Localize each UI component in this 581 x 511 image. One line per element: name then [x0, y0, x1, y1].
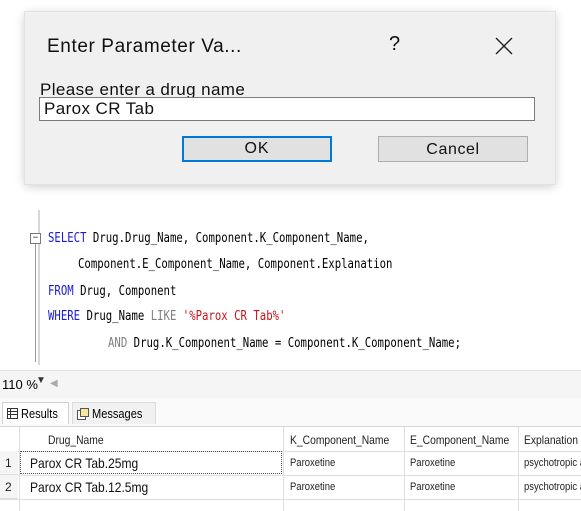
grid-line	[283, 427, 284, 511]
zoom-bar: 110 % ▼ ◀	[0, 370, 581, 399]
table-cell[interactable]: psychotropic a	[524, 475, 581, 499]
results-grid[interactable]: Drug_Name K_Component_Name E_Component_N…	[0, 426, 581, 511]
code-line-3: FROM Drug, Component	[48, 284, 177, 299]
table-cell[interactable]: Paroxetine	[410, 475, 516, 499]
code-line-4: WHERE Drug_Name LIKE '%Parox CR Tab%'	[48, 309, 286, 324]
column-header[interactable]: E_Component_Name	[410, 429, 509, 451]
drug-name-input[interactable]	[39, 97, 535, 121]
grid-line	[404, 427, 405, 511]
chevron-down-icon[interactable]: ▼	[36, 375, 46, 386]
tab-messages[interactable]: Messages	[72, 402, 157, 424]
cancel-button[interactable]: Cancel	[378, 136, 528, 162]
tab-results-label: Results	[21, 406, 58, 421]
grid-icon	[7, 408, 18, 419]
code-line-5: AND Drug.K_Component_Name = Component.K_…	[108, 336, 461, 351]
collapse-toggle-icon[interactable]: −	[30, 233, 41, 244]
table-cell[interactable]: Parox CR Tab.12.5mg	[30, 475, 280, 499]
tab-messages-label: Messages	[92, 406, 143, 421]
results-tabs: Results Messages	[0, 398, 581, 426]
outline-guide	[35, 244, 37, 362]
ok-button[interactable]: OK	[182, 136, 332, 162]
zoom-level[interactable]: 110 %	[2, 377, 38, 392]
code-line-1: SELECT Drug.Drug_Name, Component.K_Compo…	[48, 231, 369, 246]
table-cell[interactable]: Paroxetine	[290, 451, 402, 475]
code-line-2: Component.E_Component_Name, Component.Ex…	[78, 257, 393, 272]
selected-cell-outline	[20, 451, 282, 474]
tab-results[interactable]: Results	[2, 402, 70, 424]
sql-editor[interactable]: − SELECT Drug.Drug_Name, Component.K_Com…	[0, 210, 581, 365]
column-header[interactable]: K_Component_Name	[290, 429, 389, 451]
grid-line	[0, 499, 581, 500]
table-cell[interactable]: Paroxetine	[410, 451, 516, 475]
help-button[interactable]: ?	[389, 33, 400, 56]
close-icon[interactable]	[495, 37, 513, 55]
column-header[interactable]: Drug_Name	[48, 429, 104, 451]
row-number[interactable]: 1	[0, 451, 18, 475]
dialog-title: Enter Parameter Va...	[47, 36, 242, 57]
row-number[interactable]: 2	[0, 475, 18, 499]
table-cell[interactable]: Paroxetine	[290, 475, 402, 499]
grid-line	[518, 427, 519, 511]
messages-icon	[77, 407, 89, 420]
column-header[interactable]: Explanation	[524, 429, 578, 451]
table-cell[interactable]: psychotropic a	[524, 451, 581, 475]
scroll-left-icon[interactable]: ◀	[50, 378, 58, 389]
parameter-dialog: Enter Parameter Va... ? Please enter a d…	[25, 12, 555, 184]
